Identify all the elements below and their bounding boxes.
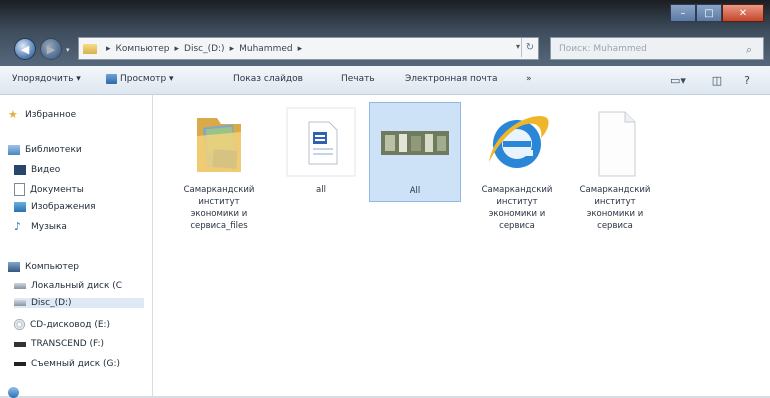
file-item[interactable]: All: [369, 102, 461, 202]
image-icon: [379, 107, 451, 179]
file-name: Самаркандский институт экономики и серви…: [481, 185, 553, 231]
network-icon: [8, 387, 19, 398]
computer-icon: [8, 262, 20, 272]
breadcrumb-separator: ▸: [229, 43, 235, 54]
sidebar-item-images[interactable]: Изображения: [14, 202, 96, 212]
help-icon[interactable]: ?: [738, 72, 756, 88]
sidebar-item-computer[interactable]: Компьютер: [8, 262, 79, 272]
sidebar-item-drive-f[interactable]: TRANSCEND (F:): [14, 339, 104, 349]
command-bar: Упорядочить ▾ Просмотр ▾ Показ слайдов П…: [0, 66, 770, 95]
breadcrumb-separator: ▸: [106, 43, 111, 54]
breadcrumb-separator: ▸: [297, 43, 303, 54]
title-bar: – □ ✕: [0, 0, 770, 30]
video-icon: [14, 165, 26, 175]
breadcrumb-computer[interactable]: Компьютер: [116, 44, 170, 54]
sidebar-item-label: Съемный диск (G:): [31, 359, 121, 369]
sidebar-item-label: Локальный диск (C: [31, 281, 123, 291]
document-icon: [14, 183, 25, 196]
sidebar-item-video[interactable]: Видео: [14, 165, 60, 175]
sidebar-item-label: TRANSCEND (F:): [31, 339, 105, 349]
file-name: Самаркандский институт экономики и серви…: [183, 185, 255, 231]
slideshow-button[interactable]: Показ слайдов: [233, 74, 303, 84]
search-input[interactable]: Поиск: Muhammed ⌕: [550, 37, 764, 60]
explorer-window: – □ ✕ ◀ ▶ ▾ ▸ Компьютер ▸ Disc_(D:) ▸ Mu…: [0, 0, 770, 398]
document-icon: [285, 106, 357, 178]
view-label: Просмотр ▾: [120, 74, 174, 84]
search-icon[interactable]: ⌕: [746, 43, 758, 56]
navigation-pane: ★ Избранное Библиотеки Видео Документы И…: [0, 95, 153, 398]
more-commands-button[interactable]: »: [526, 74, 532, 84]
minimize-button[interactable]: –: [670, 4, 696, 22]
sidebar-item-label: Музыка: [31, 222, 67, 232]
view-button[interactable]: Просмотр ▾: [106, 74, 174, 84]
back-button[interactable]: ◀: [14, 38, 36, 60]
file-item[interactable]: Самаркандский институт экономики и серви…: [173, 102, 265, 242]
maximize-button[interactable]: □: [696, 4, 722, 22]
folder-icon: [83, 43, 97, 54]
file-list: Самаркандский институт экономики и серви…: [153, 95, 770, 396]
address-dropdown-icon[interactable]: ▾: [516, 42, 520, 51]
organize-button[interactable]: Упорядочить ▾: [12, 74, 81, 84]
sidebar-item-label: Избранное: [25, 110, 77, 120]
cd-drive-icon: [14, 319, 25, 330]
view-icon: [106, 74, 117, 84]
print-button[interactable]: Печать: [341, 74, 375, 84]
sidebar-item-label: Видео: [31, 165, 61, 175]
hard-drive-icon: [14, 283, 26, 289]
sidebar-item-label: Disc_(D:): [31, 298, 72, 308]
sidebar-item-documents[interactable]: Документы: [14, 183, 84, 196]
file-name: Самаркандский институт экономики и серви…: [579, 185, 651, 231]
breadcrumb-muhammed[interactable]: Muhammed: [239, 44, 292, 54]
email-label: Электронная почта: [405, 74, 498, 84]
file-item[interactable]: all: [275, 102, 367, 242]
file-name: all: [316, 185, 326, 195]
removable-disk-icon: [14, 362, 26, 366]
internet-explorer-icon: [481, 106, 553, 178]
star-icon: ★: [8, 108, 18, 121]
address-row: ◀ ▶ ▾ ▸ Компьютер ▸ Disc_(D:) ▸ Muhammed…: [0, 30, 770, 66]
sidebar-item-label: Документы: [30, 184, 84, 195]
sidebar-item-drive-d[interactable]: Disc_(D:): [14, 298, 144, 308]
address-bar[interactable]: ▸ Компьютер ▸ Disc_(D:) ▸ Muhammed ▸ ▾ ↻: [78, 37, 539, 60]
search-placeholder: Поиск: Muhammed: [559, 43, 647, 54]
sidebar-item-network[interactable]: [8, 387, 24, 398]
sidebar-item-drive-g[interactable]: Съемный диск (G:): [14, 359, 120, 369]
forward-button[interactable]: ▶: [40, 38, 62, 60]
hard-drive-icon: [14, 300, 26, 306]
sidebar-item-label: CD-дисковод (E:): [30, 319, 111, 330]
sidebar-item-music[interactable]: ♪ Музыка: [14, 221, 67, 233]
history-dropdown-icon[interactable]: ▾: [66, 46, 70, 54]
sidebar-item-label: Библиотеки: [25, 145, 82, 155]
more-label: »: [526, 74, 532, 84]
email-button[interactable]: Электронная почта: [405, 74, 498, 84]
sidebar-item-drive-e[interactable]: CD-дисковод (E:): [14, 319, 110, 330]
music-icon: ♪: [14, 220, 22, 233]
change-view-icon[interactable]: ▭▾: [664, 72, 692, 88]
file-item[interactable]: Самаркандский институт экономики и серви…: [569, 102, 661, 242]
sidebar-item-libraries[interactable]: Библиотеки: [8, 145, 82, 155]
sidebar-item-drive-c[interactable]: Локальный диск (C: [14, 281, 122, 291]
folder-icon: [183, 106, 255, 178]
library-icon: [8, 145, 20, 155]
sidebar-item-favorites[interactable]: ★ Избранное: [8, 109, 76, 121]
file-name: All: [409, 186, 421, 196]
window-controls: – □ ✕: [670, 4, 764, 22]
blank-file-icon: [579, 106, 651, 178]
sidebar-item-label: Изображения: [31, 202, 96, 212]
organize-label: Упорядочить ▾: [12, 74, 81, 84]
close-button[interactable]: ✕: [722, 4, 764, 22]
sidebar-item-label: Компьютер: [25, 262, 79, 272]
breadcrumb-disc-d[interactable]: Disc_(D:): [184, 44, 225, 54]
usb-drive-icon: [14, 341, 26, 347]
preview-pane-icon[interactable]: ◫: [708, 72, 726, 88]
file-item[interactable]: Самаркандский институт экономики и серви…: [471, 102, 563, 242]
images-icon: [14, 202, 26, 212]
breadcrumb-separator: ▸: [174, 43, 180, 54]
slideshow-label: Показ слайдов: [233, 74, 303, 84]
print-label: Печать: [341, 74, 375, 84]
refresh-icon[interactable]: ↻: [521, 38, 538, 57]
